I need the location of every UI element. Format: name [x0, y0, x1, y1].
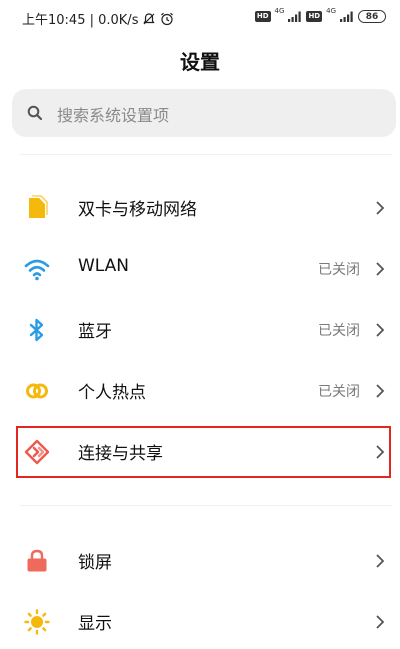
sun-icon	[24, 609, 50, 635]
chevron-right-icon	[376, 384, 385, 398]
notification-muted-icon	[143, 12, 156, 24]
settings-item-status: 已关闭	[318, 384, 360, 400]
signal-icon-2	[340, 11, 353, 22]
search-icon	[27, 105, 43, 121]
settings-item-wlan[interactable]: WLAN 已关闭	[0, 239, 400, 299]
settings-item-status: 已关闭	[318, 323, 360, 339]
status-time-speed: 上午10:45 | 0.0K/s	[22, 13, 139, 28]
settings-item-hotspot[interactable]: 个人热点 已关闭	[0, 361, 400, 421]
search-input[interactable]: 搜索系统设置项	[12, 89, 396, 137]
settings-item-bluetooth[interactable]: 蓝牙 已关闭	[0, 300, 400, 360]
divider	[20, 505, 392, 506]
settings-item-label: 锁屏	[78, 553, 112, 573]
signal-icon	[288, 11, 302, 22]
chevron-right-icon	[376, 323, 385, 337]
status-bar: 上午10:45 | 0.0K/s HD 4G HD 4G 86	[0, 0, 400, 34]
search-placeholder: 搜索系统设置项	[57, 106, 170, 125]
battery-icon: 86	[358, 10, 386, 23]
lock-icon	[27, 549, 47, 572]
divider	[20, 154, 392, 155]
alarm-icon	[161, 12, 174, 25]
page-title: 设置	[180, 50, 220, 74]
sim-card-icon	[29, 195, 48, 218]
status-right: HD 4G HD 4G 86	[254, 7, 386, 23]
status-left: 上午10:45 | 0.0K/s	[22, 9, 174, 28]
chevron-right-icon	[376, 262, 385, 276]
highlight-box	[16, 426, 391, 478]
settings-item-label: WLAN	[78, 256, 130, 276]
settings-item-label: 显示	[78, 614, 112, 634]
network-type-label: 4G	[274, 7, 285, 15]
settings-item-label: 蓝牙	[78, 322, 112, 342]
settings-item-label: 个人热点	[78, 383, 146, 403]
settings-item-sim-network[interactable]: 双卡与移动网络	[0, 178, 400, 238]
bluetooth-icon	[29, 318, 44, 342]
hd-badge: HD	[254, 11, 271, 22]
hd-badge-2: HD	[306, 11, 323, 22]
chevron-right-icon	[376, 615, 385, 629]
settings-item-lock-screen[interactable]: 锁屏	[0, 531, 400, 591]
settings-item-label: 双卡与移动网络	[78, 200, 197, 220]
hotspot-icon	[26, 383, 48, 399]
wifi-icon	[24, 259, 50, 281]
chevron-right-icon	[376, 201, 385, 215]
network-type-label-2: 4G	[326, 7, 336, 15]
chevron-right-icon	[376, 554, 385, 568]
settings-item-display[interactable]: 显示	[0, 592, 400, 649]
settings-item-status: 已关闭	[318, 262, 360, 278]
